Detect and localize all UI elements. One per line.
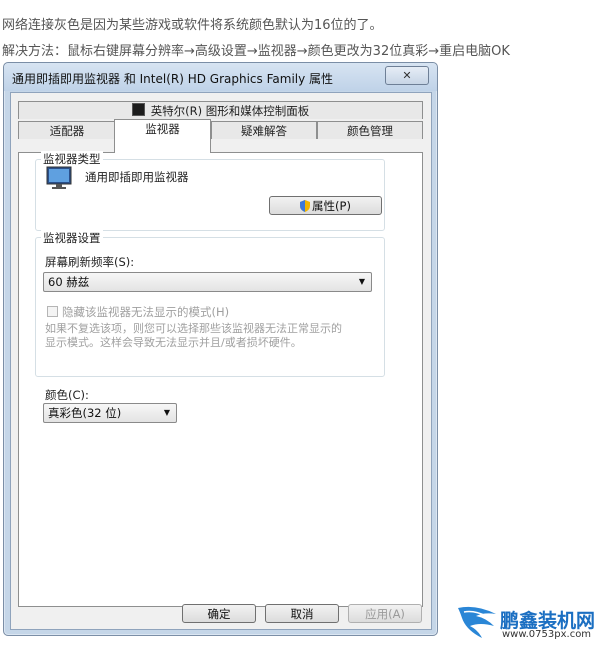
apply-label: 应用(A) <box>365 607 405 621</box>
ok-button[interactable]: 确定 <box>182 604 256 623</box>
monitor-properties-button[interactable]: 属性(P) <box>269 196 382 215</box>
dialog-client-area: 英特尔(R) 图形和媒体控制面板 适配器 监视器 疑难解答 颜色管理 监视器类型… <box>10 92 432 630</box>
close-button[interactable]: ✕ <box>385 66 429 85</box>
ok-label: 确定 <box>207 607 231 621</box>
tab-color-management[interactable]: 颜色管理 <box>317 121 423 139</box>
monitor-properties-label: 属性(P) <box>312 199 351 213</box>
monitor-name: 通用即插即用监视器 <box>85 170 189 184</box>
colors-value: 真彩色(32 位) <box>48 406 122 420</box>
hint-line-2: 显示模式。这样会导致无法显示并且/或者损坏硬件。 <box>45 336 302 349</box>
tab-troubleshoot-label: 疑难解答 <box>241 124 287 138</box>
dialog-title: 通用即插即用监视器 和 Intel(R) HD Graphics Family … <box>12 72 334 86</box>
hide-modes-label: 隐藏该监视器无法显示的模式(H) <box>62 305 230 319</box>
monitor-icon <box>46 166 72 189</box>
chevron-down-icon: ▼ <box>163 408 170 417</box>
tab-troubleshoot[interactable]: 疑难解答 <box>211 121 317 139</box>
hide-modes-checkbox[interactable] <box>47 306 58 317</box>
shield-icon <box>300 200 311 212</box>
tab-color-management-label: 颜色管理 <box>347 124 393 138</box>
chevron-down-icon: ▼ <box>358 277 365 286</box>
article-line-2: 解决方法：鼠标右键屏幕分辨率→高级设置→监视器→颜色更改为32位真彩→重启电脑O… <box>2 44 510 59</box>
title-bar[interactable]: 通用即插即用监视器 和 Intel(R) HD Graphics Family … <box>4 63 437 91</box>
watermark-bird-logo <box>458 606 496 638</box>
refresh-rate-value: 60 赫兹 <box>48 275 90 289</box>
article-line-1: 网络连接灰色是因为某些游戏或软件将系统颜色默认为16位的了。 <box>2 18 383 33</box>
cancel-label: 取消 <box>290 607 314 621</box>
apply-button[interactable]: 应用(A) <box>348 604 422 623</box>
tab-intel-graphics-label: 英特尔(R) 图形和媒体控制面板 <box>150 104 310 118</box>
watermark-url: www.0753px.com <box>502 629 592 640</box>
colors-label: 颜色(C): <box>45 388 89 402</box>
tab-monitor[interactable]: 监视器 <box>114 119 211 153</box>
tab-intel-graphics[interactable]: 英特尔(R) 图形和媒体控制面板 <box>18 101 423 119</box>
refresh-rate-label: 屏幕刷新频率(S): <box>45 255 135 269</box>
cancel-button[interactable]: 取消 <box>265 604 339 623</box>
tab-adapter-label: 适配器 <box>49 124 85 138</box>
monitor-type-group-label: 监视器类型 <box>41 151 103 167</box>
colors-select[interactable]: 真彩色(32 位) ▼ <box>43 403 177 423</box>
tab-monitor-label: 监视器 <box>145 122 180 136</box>
properties-dialog: 通用即插即用监视器 和 Intel(R) HD Graphics Family … <box>3 62 438 636</box>
monitor-settings-group-label: 监视器设置 <box>41 230 103 246</box>
close-icon: ✕ <box>402 69 412 82</box>
monitor-tab-panel: 监视器类型 通用即插即用监视器 属性(P) 监视器设置 屏幕刷新频率(S): 6… <box>18 151 423 607</box>
refresh-rate-select[interactable]: 60 赫兹 ▼ <box>43 272 372 292</box>
tab-adapter[interactable]: 适配器 <box>18 121 116 139</box>
intel-graphics-icon <box>131 103 145 116</box>
